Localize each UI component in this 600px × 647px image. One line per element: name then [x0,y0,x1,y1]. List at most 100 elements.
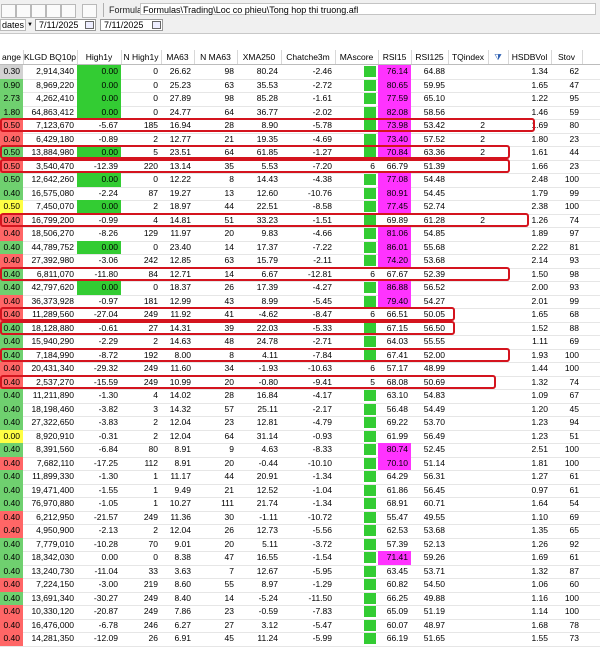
table-row[interactable]: 0.00 8,920,910 -0.31 2 12.04 64 31.14 -0.93 61.9… [0,429,600,444]
column-header[interactable]: N MA63 [194,50,238,64]
cell-st: 92 [569,538,579,549]
cell-k: 44,789,752 [31,241,74,252]
column-header[interactable]: N High1y [121,50,162,64]
cell-st: 65 [569,525,579,535]
table-row[interactable]: 0.40 16,476,000 -6.78 246 6.27 27 3.12 -5.47 60.… [0,618,600,633]
table-row[interactable]: 0.40 4,950,900 -2.13 2 12.04 26 12.73 -5.56 62.5… [0,524,600,539]
column-header[interactable]: Stov [551,50,583,64]
table-row[interactable]: 0.40 11,899,330 -1.30 1 11.17 44 20.91 -1.34 64.… [0,470,600,485]
cell-h: -3.00 [98,579,118,589]
cell-tq [448,335,488,349]
cell-r125: 51.19 [423,606,445,616]
cell-chg: 2.73 [0,92,23,106]
column-header[interactable]: XMA250 [237,50,282,64]
table-row[interactable]: 0.40 27,322,650 -3.83 2 12.04 23 12.81 -4.79 69.… [0,416,600,431]
cell-chg: 0.40 [0,240,23,254]
table-row[interactable]: 0.40 19,471,400 -1.55 1 9.49 21 12.52 -1.04 61.8… [0,483,600,498]
cell-st: 88 [569,322,579,333]
column-header[interactable]: RSI125 [411,50,449,64]
cell-st: 60 [569,579,579,589]
cell-ms [335,173,378,187]
cell-tq [448,592,488,606]
cell-nh: 129 [143,228,158,238]
cell-k: 15,940,290 [31,336,74,346]
cell-rsi: 55.47 [386,511,408,522]
cell-ms [335,457,378,471]
column-header[interactable]: Chatche3m [281,50,336,64]
toolbar-button-new[interactable] [1,4,16,18]
column-header[interactable]: MAscore [335,50,379,64]
table-row[interactable]: 0.30 2,914,340 0.00 0 26.62 98 80.24 -2.46 76.14… [0,65,600,80]
table-row[interactable]: 0.40 13,240,730 -11.04 33 3.63 7 12.67 -5.95 63.… [0,564,600,579]
cell-chg: 0.40 [0,254,23,268]
cell-hs: 2.01 [531,295,548,306]
formula-path-field[interactable]: Formulas\Trading\Loc co phieu\Tong hop t… [140,3,596,15]
cell-ms [335,538,378,552]
cell-ms [335,430,378,444]
cell-nh: 0 [153,241,158,252]
mascore-fill [364,417,376,428]
calendar-icon[interactable] [85,21,94,29]
toolbar-button-run[interactable] [46,4,61,18]
cell-k: 7,450,070 [36,201,74,211]
range-select[interactable]: dates [0,19,26,31]
calendar-icon[interactable] [152,21,161,29]
table-row[interactable]: 0.40 18,506,270 -8.26 129 11.97 20 9.83 -4.66 81… [0,227,600,242]
cell-ct: -10.76 [307,187,332,198]
table-row[interactable]: 0.40 7,224,150 -3.00 219 8.60 55 8.97 -1.29 60.8… [0,578,600,593]
table-row[interactable]: 0.40 11,211,890 -1.30 4 14.02 28 16.84 -4.17 63.… [0,389,600,404]
table-row[interactable]: 0.90 8,969,220 0.00 0 25.23 63 35.53 -2.72 80.65… [0,78,600,93]
column-header[interactable]: TQindex [448,50,489,64]
column-header[interactable]: HSDBVol [508,50,552,64]
toolbar-button-open[interactable] [16,4,31,18]
table-row[interactable]: 0.40 14,281,350 -12.09 26 6.91 45 11.24 -5.99 66… [0,632,600,647]
column-header[interactable] [582,50,600,64]
chevron-down-icon[interactable]: ▼ [27,19,33,31]
mascore-fill [364,619,376,631]
column-header[interactable]: RSI15 [378,50,412,64]
table-row[interactable]: 0.40 44,789,752 0.00 0 23.40 14 17.37 -7.22 86.0… [0,240,600,255]
column-header[interactable]: KLGD BQ10p [23,50,78,64]
cell-nh: 26 [148,633,158,643]
table-row[interactable]: 0.40 8,391,560 -6.84 80 8.91 9 4.63 -8.33 80.74 5… [0,443,600,458]
table-row[interactable]: 0.40 16,575,080 -2.24 87 19.27 13 12.60 -10.76 8… [0,186,600,201]
date-from-field[interactable]: 7/11/2025 [35,19,96,31]
toolbar-button-options[interactable] [61,4,76,18]
table-row[interactable]: 2.73 4,262,410 0.00 0 27.89 98 85.28 -1.61 77.59… [0,92,600,107]
mascore-fill [364,606,376,617]
mascore-fill [364,471,376,482]
table-row[interactable]: 0.40 18,198,460 -3.82 3 14.32 57 25.11 -2.17 56.… [0,402,600,417]
date-to-field[interactable]: 7/11/2025 [100,19,163,31]
formula-label: Formula [109,5,143,15]
cell-rsi: 63.45 [386,565,408,576]
cell-nma: 9 [229,444,234,454]
toolbar-button-save[interactable] [31,4,46,18]
cell-r125: 52.45 [423,444,445,454]
table-row[interactable]: 0.40 7,682,110 -17.25 112 8.91 20 -0.44 -10.10 7… [0,456,600,471]
table-row[interactable]: 0.50 12,642,260 0.00 0 12.22 8 14.43 -4.38 77.08… [0,173,600,188]
cell-x: 8.99 [261,295,278,306]
cell-chg: 0.40 [0,416,23,430]
table-row[interactable]: 0.40 13,691,340 -30.27 249 8.40 14 -5.24 -11.50… [0,591,600,606]
table-row[interactable]: 0.40 76,970,880 -1.05 1 10.27 111 21.74 -1.34 68… [0,497,600,512]
column-header[interactable]: ange [0,50,24,64]
table-row[interactable]: 0.40 42,797,620 0.00 0 18.37 26 17.39 -4.27 86.8… [0,281,600,296]
column-header[interactable]: High1y [77,50,122,64]
table-row[interactable]: 0.40 18,342,030 0.00 0 8.38 47 16.55 -1.54 71.41… [0,551,600,566]
cell-nma: 55 [224,579,234,589]
cell-tq [448,430,488,444]
cell-k: 13,691,340 [31,592,74,603]
cell-ms [335,619,378,633]
cell-rsi: 64.29 [386,471,408,481]
cell-k: 8,969,220 [36,79,74,90]
cell-tq [448,511,488,525]
table-row[interactable]: 0.40 10,330,120 -20.87 249 7.86 23 -0.59 -7.83 6… [0,605,600,620]
column-header[interactable]: MA63 [161,50,195,64]
filter-icon[interactable]: ⧩ [488,50,509,64]
cell-chg: 0.40 [0,389,23,403]
table-row[interactable]: 0.40 6,212,950 -21.57 249 11.36 30 -1.11 -10.72… [0,510,600,525]
cell-nh: 4 [153,390,158,400]
toolbar-button-settings[interactable] [82,4,97,18]
cell-k: 7,682,110 [36,457,74,468]
table-row[interactable]: 0.40 7,779,010 -10.28 70 9.01 20 5.11 -3.72 57.3… [0,537,600,552]
